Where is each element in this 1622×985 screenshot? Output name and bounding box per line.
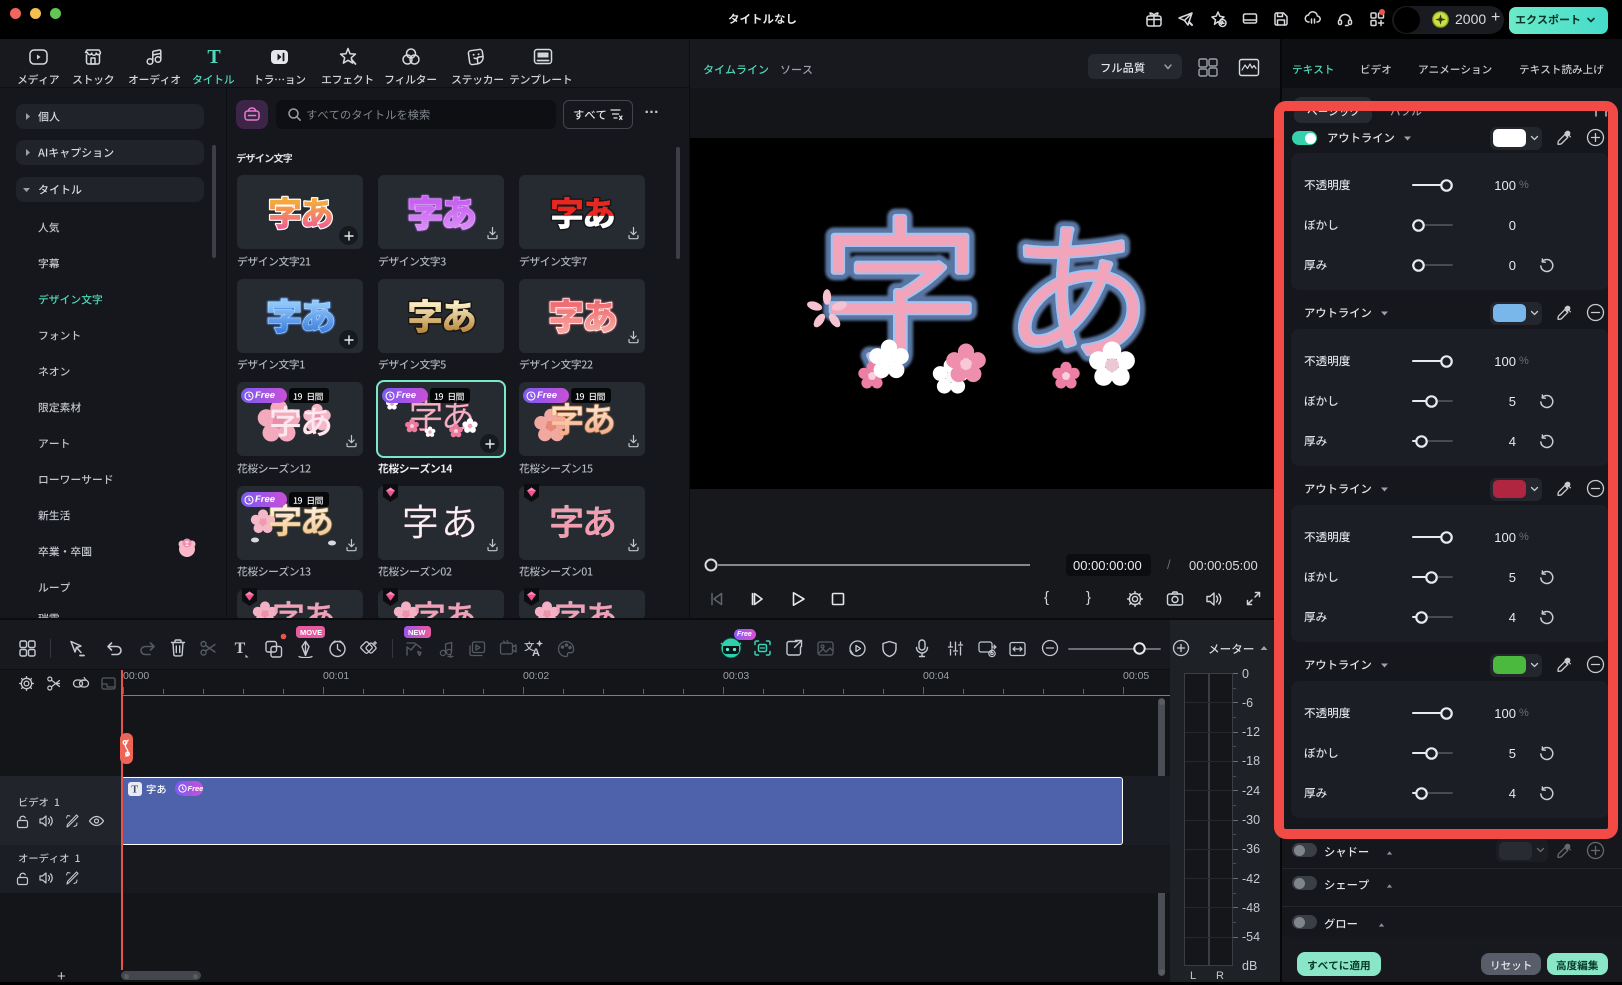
svg-text:T: T: [207, 46, 221, 68]
svg-text:T: T: [235, 640, 246, 657]
svg-text:T: T: [131, 785, 138, 796]
svg-text:A: A: [532, 647, 540, 658]
